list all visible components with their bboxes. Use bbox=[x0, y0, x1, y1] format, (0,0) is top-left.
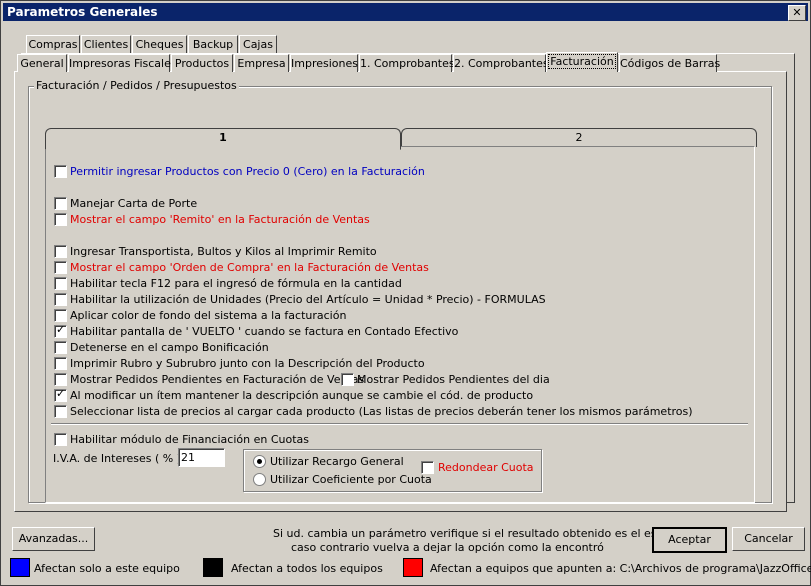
tab-2-comprobantes[interactable]: 2. Comprobantes bbox=[453, 54, 549, 72]
opt-orden-compra-label: Mostrar el campo 'Orden de Compra' en la… bbox=[70, 261, 429, 274]
opt-lista-precios-label: Seleccionar lista de precios al cargar c… bbox=[70, 405, 693, 418]
opt-orden-compra-checkbox[interactable] bbox=[54, 261, 67, 274]
subtab-1[interactable]: 1 bbox=[45, 128, 401, 150]
opt-vuelto-label: Habilitar pantalla de ' VUELTO ' cuando … bbox=[70, 325, 459, 338]
tab-facturacion-label: Facturación bbox=[548, 54, 616, 69]
tab-codigos-de-barras[interactable]: Códigos de Barras bbox=[619, 54, 720, 72]
legend-black-label: Afectan a todos los equipos bbox=[231, 562, 383, 575]
opt-pedidos-pendientes-checkbox[interactable] bbox=[54, 373, 67, 386]
window-title: Parametros Generales bbox=[7, 5, 158, 19]
iva-input[interactable]: 21 bbox=[178, 448, 225, 467]
tab-1-comprobantes[interactable]: 1. Comprobantes bbox=[359, 54, 455, 72]
opt-mantener-descripcion-label: Al modificar un ítem mantener la descrip… bbox=[70, 389, 534, 402]
opt-bonificacion-checkbox[interactable] bbox=[54, 341, 67, 354]
title-bar[interactable]: Parametros Generales ✕ bbox=[3, 3, 808, 21]
tab-productos[interactable]: Productos bbox=[171, 54, 233, 72]
opt-unidades-label: Habilitar la utilización de Unidades (Pr… bbox=[70, 293, 546, 306]
radio-coeficiente-cuota[interactable] bbox=[253, 473, 266, 486]
redondear-checkbox[interactable] bbox=[421, 461, 434, 474]
legend-red-label: Afectan a equipos que apunten a: C:\Arch… bbox=[430, 562, 811, 575]
opt-remito-label: Mostrar el campo 'Remito' en la Facturac… bbox=[70, 213, 370, 226]
radio-recargo-general[interactable] bbox=[253, 455, 266, 468]
subtab-1-label: 1 bbox=[219, 131, 227, 144]
redondear-label: Redondear Cuota bbox=[438, 461, 534, 474]
opt-precio-cero-label: Permitir ingresar Productos con Precio 0… bbox=[70, 165, 425, 178]
info-line-2: caso contrario vuelva a dejar la opción … bbox=[291, 541, 604, 554]
opt-precio-cero-checkbox[interactable] bbox=[54, 165, 67, 178]
tab-impresiones[interactable]: Impresiones bbox=[290, 54, 358, 72]
opt-color-fondo-label: Aplicar color de fondo del sistema a la … bbox=[70, 309, 347, 322]
legend-blue-swatch bbox=[10, 558, 30, 577]
close-icon[interactable]: ✕ bbox=[788, 5, 806, 21]
tab-empresa[interactable]: Empresa bbox=[234, 54, 289, 72]
opt-rubro-label: Imprimir Rubro y Subrubro junto con la D… bbox=[70, 357, 425, 370]
radio-coeficiente-cuota-label: Utilizar Coeficiente por Cuota bbox=[270, 473, 432, 486]
tab-backup[interactable]: Backup bbox=[188, 35, 238, 53]
opt-unidades-checkbox[interactable] bbox=[54, 293, 67, 306]
opt-transportista-label: Ingresar Transportista, Bultos y Kilos a… bbox=[70, 245, 377, 258]
cancel-button[interactable]: Cancelar bbox=[732, 527, 805, 551]
opt-pedidos-dia-checkbox[interactable] bbox=[341, 373, 354, 386]
opt-bonificacion-label: Detenerse en el campo Bonificación bbox=[70, 341, 269, 354]
subtab-2[interactable]: 2 bbox=[401, 128, 757, 147]
dialog-window: Parametros Generales ✕ Compras Clientes … bbox=[0, 0, 811, 586]
opt-pedidos-pendientes-label: Mostrar Pedidos Pendientes en Facturació… bbox=[70, 373, 365, 386]
opt-carta-porte-label: Manejar Carta de Porte bbox=[70, 197, 198, 210]
tab-general[interactable]: General bbox=[17, 54, 67, 72]
opt-financiacion-label: Habilitar módulo de Financiación en Cuot… bbox=[70, 433, 309, 446]
opt-pedidos-dia-label: Mostrar Pedidos Pendientes del dia bbox=[357, 373, 550, 386]
group-label: Facturación / Pedidos / Presupuestos bbox=[34, 79, 239, 92]
tab-impresoras-fiscales[interactable]: Impresoras Fiscales bbox=[68, 54, 177, 72]
opt-transportista-checkbox[interactable] bbox=[54, 245, 67, 258]
opt-financiacion-checkbox[interactable] bbox=[54, 433, 67, 446]
opt-carta-porte-checkbox[interactable] bbox=[54, 197, 67, 210]
opt-vuelto-checkbox[interactable] bbox=[54, 323, 67, 338]
tab-facturacion[interactable]: Facturación bbox=[546, 52, 618, 72]
legend-blue-label: Afectan solo a este equipo bbox=[34, 562, 180, 575]
iva-label: I.V.A. de Intereses ( % ) : bbox=[53, 452, 189, 465]
opt-rubro-checkbox[interactable] bbox=[54, 357, 67, 370]
separator bbox=[51, 423, 748, 425]
legend-red-swatch bbox=[403, 558, 423, 577]
info-line-1: Si ud. cambia un parámetro verifique si … bbox=[273, 527, 699, 540]
opt-remito-checkbox[interactable] bbox=[54, 213, 67, 226]
accept-button[interactable]: Aceptar bbox=[652, 527, 727, 553]
tab-compras[interactable]: Compras bbox=[26, 35, 80, 53]
opt-mantener-descripcion-checkbox[interactable] bbox=[54, 387, 67, 402]
opt-color-fondo-checkbox[interactable] bbox=[54, 309, 67, 322]
opt-f12-checkbox[interactable] bbox=[54, 277, 67, 290]
legend-black-swatch bbox=[203, 558, 223, 577]
radio-recargo-general-label: Utilizar Recargo General bbox=[270, 455, 404, 468]
tab-cheques[interactable]: Cheques bbox=[132, 35, 187, 53]
advanced-button[interactable]: Avanzadas... bbox=[12, 527, 95, 551]
opt-f12-label: Habilitar tecla F12 para el ingresó de f… bbox=[70, 277, 402, 290]
opt-lista-precios-checkbox[interactable] bbox=[54, 405, 67, 418]
tab-cajas[interactable]: Cajas bbox=[239, 35, 277, 53]
tab-clientes[interactable]: Clientes bbox=[81, 35, 131, 53]
